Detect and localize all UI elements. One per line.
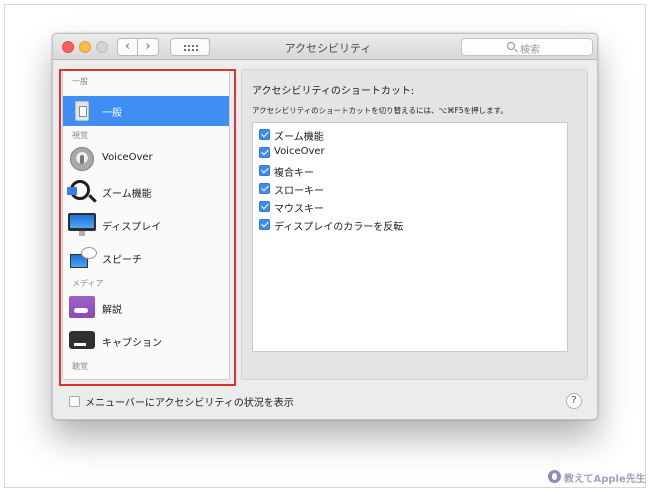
help-button[interactable]: ?: [566, 393, 582, 409]
close-window-button[interactable]: [62, 41, 74, 53]
checkbox-checked-icon[interactable]: [259, 183, 270, 194]
shortcut-options-list: ズーム機能 VoiceOver 複合キー スローキー マウスキー ディスプレイの…: [252, 122, 568, 352]
watermark-text: 教えてApple先生: [564, 474, 646, 485]
minimize-window-button[interactable]: [79, 41, 91, 53]
option-label: VoiceOver: [274, 146, 325, 157]
menubar-status-checkbox[interactable]: [69, 396, 80, 407]
checkbox-checked-icon[interactable]: [259, 129, 270, 140]
apple-sensei-logo-icon: [548, 470, 561, 483]
shortcut-option-mouse-keys[interactable]: マウスキー: [259, 199, 559, 215]
shortcut-option-zoom[interactable]: ズーム機能: [259, 127, 559, 143]
checkbox-checked-icon[interactable]: [259, 219, 270, 230]
title-bar: ‹ › アクセシビリティ 検索: [53, 34, 597, 60]
back-button[interactable]: ‹: [117, 38, 138, 56]
forward-button[interactable]: ›: [138, 38, 159, 56]
sidebar-highlight-annotation: [59, 69, 236, 386]
zoom-window-button[interactable]: [96, 41, 108, 53]
search-icon: [507, 42, 515, 50]
shortcut-option-invert-colors[interactable]: ディスプレイのカラーを反転: [259, 217, 559, 233]
grid-icon: [183, 44, 199, 52]
search-placeholder: 検索: [520, 45, 540, 56]
shortcut-option-voiceover[interactable]: VoiceOver: [259, 145, 559, 161]
show-all-button[interactable]: [170, 38, 210, 56]
option-label: マウスキー: [274, 204, 324, 215]
watermark: 教えてApple先生: [548, 470, 648, 486]
option-label: 複合キー: [274, 168, 314, 179]
checkbox-checked-icon[interactable]: [259, 147, 270, 158]
shortcut-option-slow-keys[interactable]: スローキー: [259, 181, 559, 197]
checkbox-checked-icon[interactable]: [259, 201, 270, 212]
shortcut-description: アクセシビリティのショートカットを切り替えるには、⌥⌘F5を押します。: [252, 106, 508, 115]
checkbox-checked-icon[interactable]: [259, 165, 270, 176]
shortcut-option-sticky-keys[interactable]: 複合キー: [259, 163, 559, 179]
content-pane: アクセシビリティのショートカット: アクセシビリティのショートカットを切り替える…: [241, 69, 588, 380]
option-label: スローキー: [274, 186, 324, 197]
shortcut-heading: アクセシビリティのショートカット:: [252, 86, 415, 97]
menubar-status-label: メニューバーにアクセシビリティの状況を表示: [85, 398, 294, 409]
option-label: ズーム機能: [274, 132, 324, 143]
search-field[interactable]: 検索: [461, 38, 593, 56]
window-title: アクセシビリティ: [284, 42, 372, 55]
option-label: ディスプレイのカラーを反転: [274, 222, 404, 233]
